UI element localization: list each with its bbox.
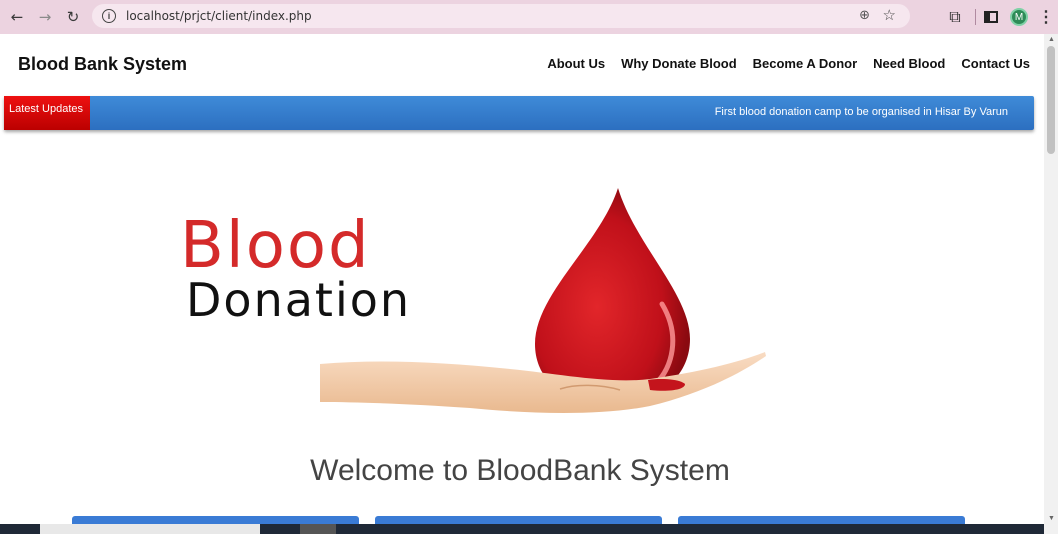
welcome-heading: Welcome to BloodBank System — [310, 454, 730, 487]
browser-actions: ⧉ M ⋮ — [943, 0, 1058, 34]
site-brand[interactable]: Blood Bank System — [18, 54, 187, 75]
scroll-thumb[interactable] — [1047, 46, 1055, 154]
address-bar[interactable]: i localhost/prjct/client/index.php ⊕ ☆ — [92, 4, 910, 28]
ticker-text[interactable]: First blood donation camp to be organise… — [715, 106, 1008, 118]
browser-toolbar: ← → ↻ i localhost/prjct/client/index.php… — [0, 0, 1058, 34]
arrow-left-icon[interactable]: ← — [6, 6, 28, 28]
star-icon[interactable]: ☆ — [883, 6, 896, 24]
more-vert-icon[interactable]: ⋮ — [1034, 7, 1058, 27]
page-content: Blood Bank System About Us Why Donate Bl… — [0, 34, 1044, 534]
taskbar-window[interactable] — [40, 524, 260, 534]
logo-word-blood: Blood — [180, 209, 371, 283]
zoom-icon[interactable]: ⊕ — [859, 8, 870, 23]
puzzle-icon[interactable]: ⧉ — [943, 7, 967, 27]
url-text[interactable]: localhost/prjct/client/index.php — [126, 9, 312, 23]
logo-word-donation: Donation — [186, 273, 412, 327]
avatar[interactable]: M — [1010, 8, 1028, 26]
scroll-up-icon[interactable]: ▲ — [1048, 36, 1055, 43]
nav-why-donate[interactable]: Why Donate Blood — [621, 56, 737, 71]
profile-initial: M — [1014, 11, 1024, 23]
reload-icon[interactable]: ↻ — [62, 6, 84, 28]
taskbar-app[interactable] — [300, 524, 336, 534]
nav-links: About Us Why Donate Blood Become A Donor… — [547, 56, 1030, 71]
info-icon[interactable]: i — [102, 9, 116, 23]
site-navbar: Blood Bank System About Us Why Donate Bl… — [0, 34, 1044, 94]
arrow-right-icon[interactable]: → — [34, 6, 56, 28]
side-panel-icon[interactable] — [984, 11, 998, 23]
news-ticker: Latest Updates First blood donation camp… — [4, 96, 1034, 130]
blood-donation-logo: Blood Donation — [180, 184, 780, 414]
nav-need-blood[interactable]: Need Blood — [873, 56, 945, 71]
scroll-down-icon[interactable]: ▼ — [1048, 515, 1055, 522]
page-scrollbar[interactable]: ▲ ▼ — [1044, 34, 1058, 534]
nav-about-us[interactable]: About Us — [547, 56, 605, 71]
nav-become-donor[interactable]: Become A Donor — [753, 56, 858, 71]
nav-contact-us[interactable]: Contact Us — [961, 56, 1030, 71]
toolbar-divider — [975, 9, 976, 25]
os-taskbar — [0, 524, 1044, 534]
ticker-label: Latest Updates — [4, 96, 90, 130]
